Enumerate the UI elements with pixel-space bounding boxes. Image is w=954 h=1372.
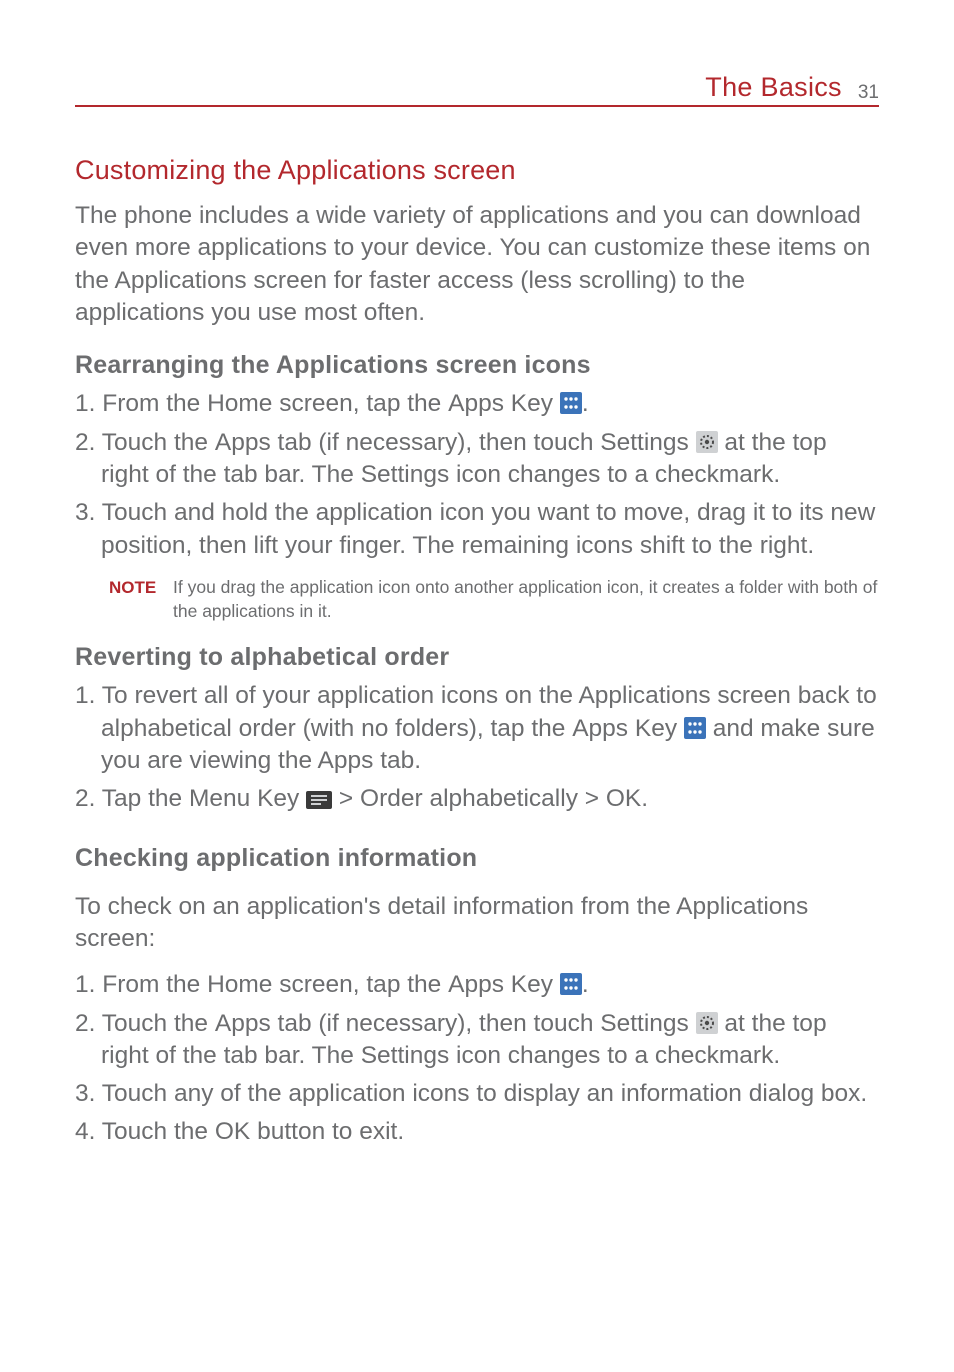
heading-customizing: Customizing the Applications screen: [75, 155, 879, 186]
apps-key-icon: [684, 717, 706, 739]
text: 4. Touch the: [75, 1118, 215, 1145]
text: .: [582, 971, 589, 998]
order-alpha-label: Order alphabetically: [360, 785, 578, 812]
text: tab (if necessary), then touch Settings: [271, 429, 696, 456]
para-customizing: The phone includes a wide variety of app…: [75, 200, 879, 329]
text: button to exit.: [250, 1118, 404, 1145]
text: >: [578, 785, 606, 812]
text: 2. Tap the: [75, 785, 189, 812]
step-3: 3. Touch any of the application icons to…: [75, 1078, 879, 1110]
text: tab (if necessary), then touch Settings: [271, 1010, 696, 1037]
heading-reverting: Reverting to alphabetical order: [75, 643, 879, 672]
apps-key-label: Apps Key: [448, 390, 553, 417]
ok-label: OK: [606, 785, 641, 812]
text: .: [582, 390, 589, 417]
settings-gear-icon: [696, 1012, 718, 1034]
heading-rearranging: Rearranging the Applications screen icon…: [75, 351, 879, 380]
apps-key-label: Apps Key: [448, 971, 553, 998]
step-2: 2. Tap the Menu Key > Order alphabetical…: [75, 783, 879, 815]
apps-key-label: Apps Key: [572, 715, 677, 742]
note-text: If you drag the application icon onto an…: [173, 576, 879, 623]
settings-gear-icon: [696, 431, 718, 453]
section-title: The Basics: [705, 72, 842, 103]
ok-label: OK: [215, 1118, 250, 1145]
text: >: [339, 785, 360, 812]
note-block: NOTE If you drag the application icon on…: [75, 576, 879, 623]
step-1: 1. To revert all of your application ico…: [75, 680, 879, 777]
note-label: NOTE: [109, 576, 173, 598]
heading-checking: Checking application information: [75, 844, 879, 873]
para-checking: To check on an application's detail info…: [75, 891, 879, 956]
page-header: The Basics 31: [75, 72, 879, 107]
step-4: 4. Touch the OK button to exit.: [75, 1116, 879, 1148]
step-1: 1. From the Home screen, tap the Apps Ke…: [75, 388, 879, 420]
menu-key-label: Menu Key: [189, 785, 299, 812]
step-2: 2. Touch the Apps tab (if necessary), th…: [75, 427, 879, 492]
step-2: 2. Touch the Apps tab (if necessary), th…: [75, 1008, 879, 1073]
steps-rearranging: 1. From the Home screen, tap the Apps Ke…: [75, 388, 879, 562]
text: .: [641, 785, 648, 812]
step-3: 3. Touch and hold the application icon y…: [75, 497, 879, 562]
text: 2. Touch the: [75, 429, 215, 456]
step-1: 1. From the Home screen, tap the Apps Ke…: [75, 969, 879, 1001]
text: 1. From the Home screen, tap the: [75, 971, 448, 998]
steps-checking: 1. From the Home screen, tap the Apps Ke…: [75, 969, 879, 1149]
apps-tab-label: Apps: [215, 1010, 271, 1037]
apps-key-icon: [560, 973, 582, 995]
document-page: The Basics 31 Customizing the Applicatio…: [0, 0, 954, 1149]
text: 2. Touch the: [75, 1010, 215, 1037]
menu-key-icon: [306, 791, 332, 809]
apps-key-icon: [560, 392, 582, 414]
page-number: 31: [858, 82, 879, 104]
text: 1. From the Home screen, tap the: [75, 390, 448, 417]
apps-tab-label: Apps: [215, 429, 271, 456]
steps-reverting: 1. To revert all of your application ico…: [75, 680, 879, 815]
